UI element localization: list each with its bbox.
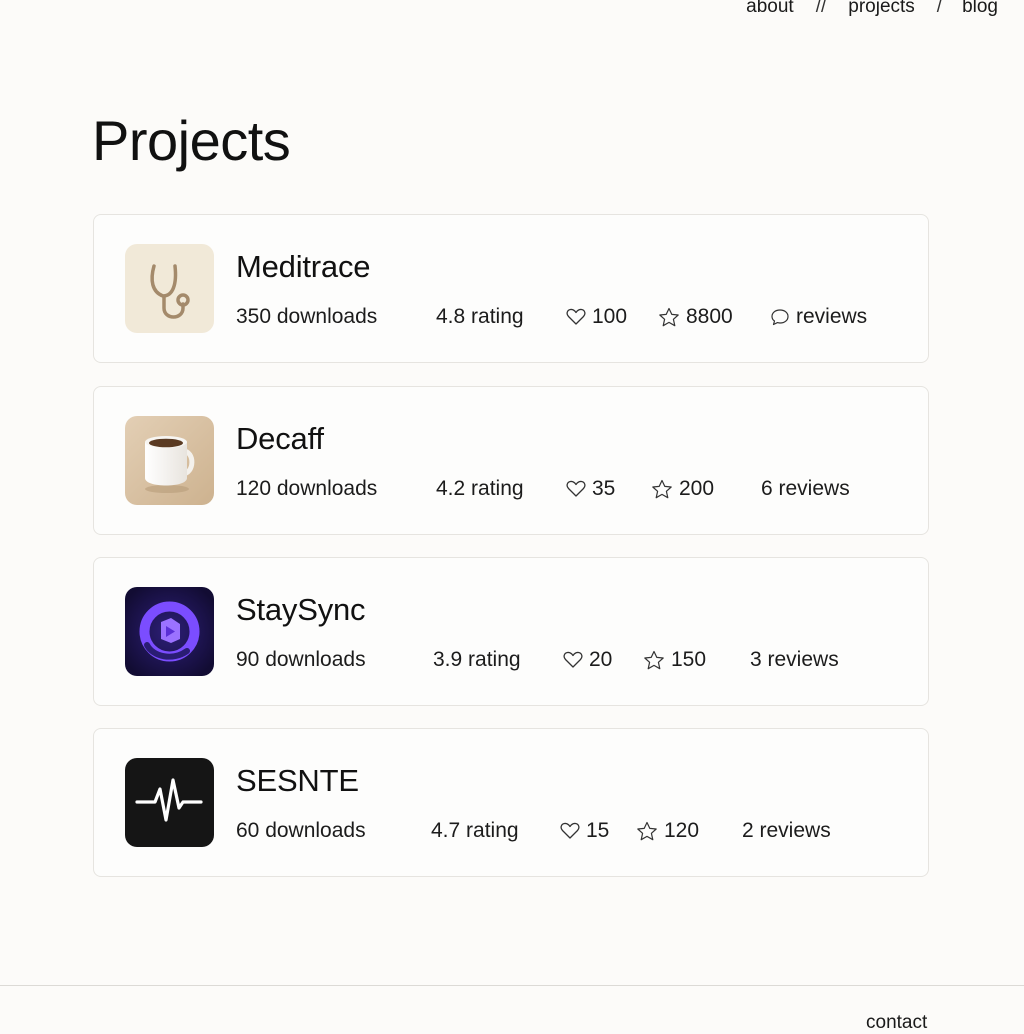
footer-link-contact[interactable]: contact	[866, 1012, 927, 1034]
project-card-staysync[interactable]: StaySync 90 downloads 3.9 rating 20 150 …	[93, 557, 929, 706]
likes-stat: 100	[566, 305, 627, 329]
reviews-stat: reviews	[770, 305, 867, 329]
star-icon	[652, 479, 672, 498]
staysync-logo-icon	[125, 587, 214, 676]
nav-link-about[interactable]: about	[746, 0, 794, 18]
star-icon	[659, 307, 679, 326]
stars-count: 200	[679, 477, 715, 500]
likes-count: 100	[592, 305, 628, 328]
heartbeat-icon	[125, 758, 214, 847]
project-card-decaff[interactable]: Decaff 120 downloads 4.2 rating 35 200 6…	[93, 386, 929, 535]
downloads-count: 120 downloads	[236, 477, 378, 500]
rating-value: 4.2 rating	[436, 477, 524, 500]
nav-link-projects[interactable]: projects	[848, 0, 915, 18]
stars-count: 8800	[686, 305, 733, 328]
likes-count: 15	[586, 819, 610, 842]
downloads-count: 90 downloads	[236, 648, 366, 671]
heart-icon	[566, 308, 586, 325]
likes-stat: 15	[560, 819, 609, 843]
star-icon	[644, 650, 664, 669]
reviews-count: 6 reviews	[761, 477, 850, 500]
downloads-count: 60 downloads	[236, 819, 366, 842]
footer-divider	[0, 985, 1024, 986]
project-name: SESNTE	[236, 763, 359, 798]
likes-count: 35	[592, 477, 616, 500]
nav-link-blog[interactable]: blog	[962, 0, 998, 18]
reviews-count: 2 reviews	[742, 819, 831, 842]
stethoscope-icon	[125, 244, 214, 333]
project-name: Meditrace	[236, 249, 371, 284]
reviews-count: 3 reviews	[750, 648, 839, 671]
rating-value: 3.9 rating	[433, 648, 521, 671]
stars-stat: 200	[651, 477, 714, 501]
project-card-sesnte[interactable]: SESNTE 60 downloads 4.7 rating 15 120 2 …	[93, 728, 929, 877]
stars-stat: 120	[636, 819, 699, 843]
likes-count: 20	[589, 648, 613, 671]
top-nav: about // projects / blog	[746, 0, 998, 18]
rating-value: 4.8 rating	[436, 305, 524, 328]
rating-value: 4.7 rating	[431, 819, 519, 842]
comment-icon	[771, 309, 789, 326]
stars-stat: 8800	[658, 305, 733, 329]
star-icon	[637, 821, 657, 840]
heart-icon	[563, 651, 583, 668]
stars-count: 150	[671, 648, 707, 671]
heart-icon	[566, 480, 586, 497]
nav-separator: /	[936, 0, 943, 17]
page-title: Projects	[92, 109, 291, 172]
stars-stat: 150	[643, 648, 706, 672]
nav-separator: //	[815, 0, 827, 17]
reviews-count: reviews	[796, 305, 868, 328]
project-name: StaySync	[236, 592, 366, 627]
likes-stat: 35	[566, 477, 615, 501]
heart-icon	[560, 822, 580, 839]
coffee-mug-icon	[125, 416, 214, 505]
likes-stat: 20	[563, 648, 612, 672]
project-name: Decaff	[236, 421, 324, 456]
downloads-count: 350 downloads	[236, 305, 378, 328]
project-card-meditrace[interactable]: Meditrace 350 downloads 4.8 rating 100 8…	[93, 214, 929, 363]
stars-count: 120	[664, 819, 700, 842]
